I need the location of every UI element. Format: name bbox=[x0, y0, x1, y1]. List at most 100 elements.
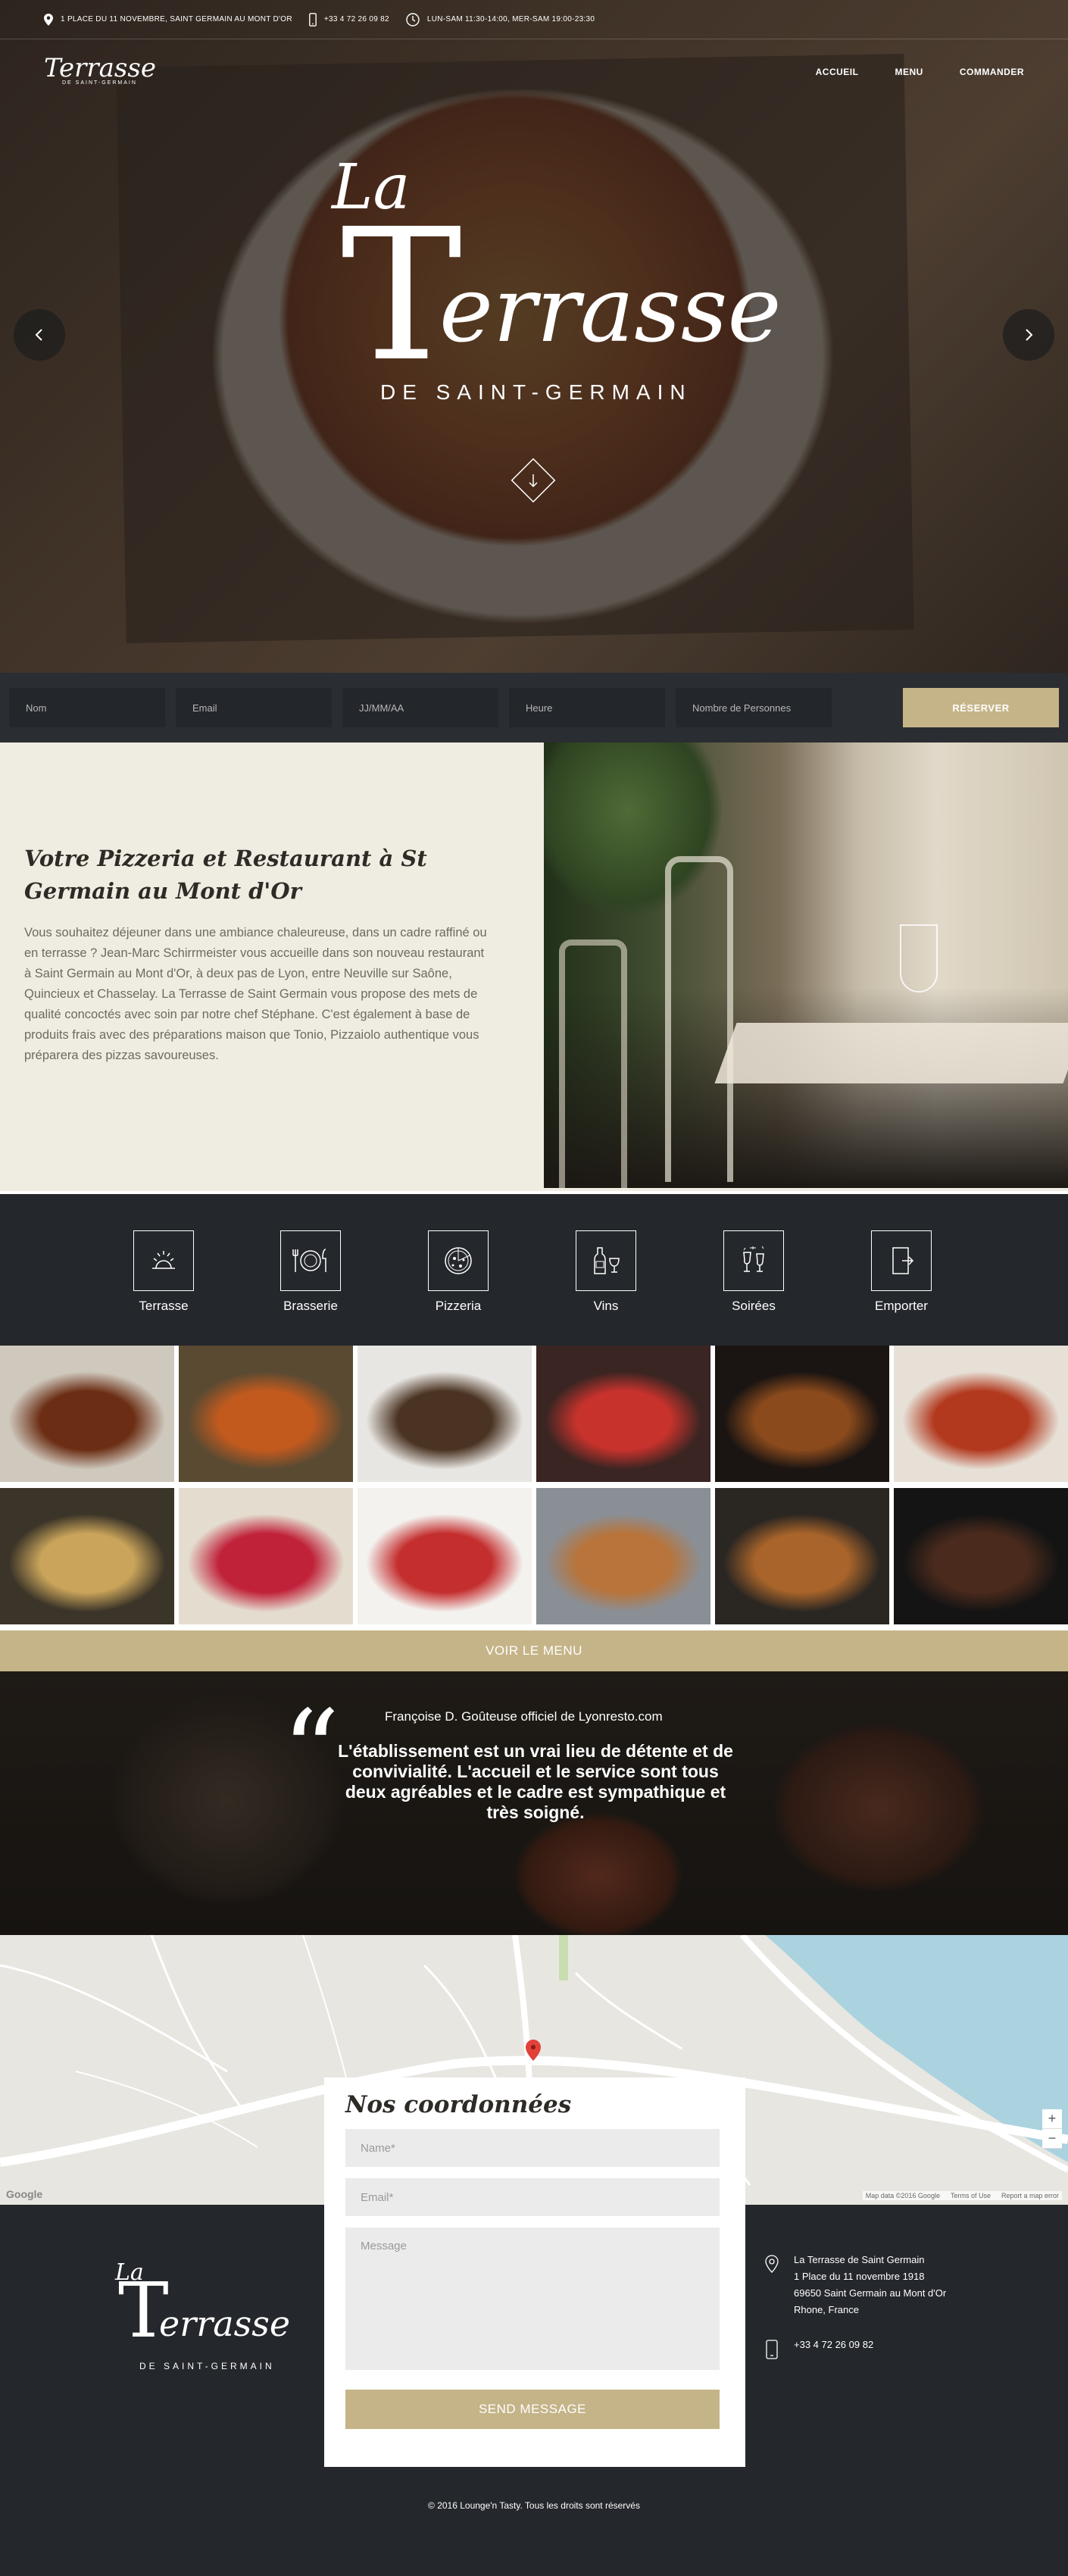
footer-phone: +33 4 72 26 09 82 bbox=[765, 2337, 992, 2359]
nav-item-accueil[interactable]: ACCUEIL bbox=[816, 67, 859, 77]
mobile-phone-icon bbox=[766, 2340, 778, 2359]
feature-label: Soirées bbox=[732, 1299, 776, 1313]
location-pin-icon bbox=[44, 13, 53, 26]
map-attribution: Map data ©2016 Google Terms of Use Repor… bbox=[862, 2191, 1062, 2200]
copyright: © 2016 Lounge'n Tasty. Tous les droits s… bbox=[428, 2500, 640, 2511]
google-logo: Google bbox=[6, 2188, 43, 2200]
topbar-hours: LUN-SAM 11:30-14:00, MER-SAM 19:00-23:30 bbox=[406, 12, 595, 27]
feature-label: Emporter bbox=[875, 1299, 928, 1313]
header-logo-title: Terrasse bbox=[44, 53, 156, 83]
champagne-icon bbox=[723, 1230, 784, 1291]
address-line: 69650 Saint Germain au Mont d'Or bbox=[794, 2287, 947, 2299]
feature-soirees[interactable]: Soirées bbox=[708, 1230, 799, 1314]
gallery-photo[interactable] bbox=[358, 1488, 532, 1624]
footer-logo[interactable]: La T errasse DE SAINT-GERMAIN bbox=[106, 2259, 303, 2381]
scroll-down-diamond-icon bbox=[511, 458, 556, 503]
food-gallery bbox=[0, 1346, 1068, 1630]
reserve-button[interactable]: RÉSERVER bbox=[903, 688, 1059, 727]
address-line: La Terrasse de Saint Germain bbox=[794, 2254, 925, 2265]
zoom-in-button[interactable]: + bbox=[1042, 2109, 1062, 2129]
nav-item-commander[interactable]: COMMANDER bbox=[960, 67, 1024, 77]
booking-email-field[interactable]: Email bbox=[176, 688, 332, 727]
view-menu-button[interactable]: VOIR LE MENU bbox=[0, 1630, 1068, 1671]
gallery-photo[interactable] bbox=[358, 1346, 532, 1482]
photo-chair-front bbox=[665, 856, 733, 1182]
slider-prev-button[interactable] bbox=[14, 309, 65, 361]
topbar-address: 1 PLACE DU 11 NOVEMBRE, SAINT GERMAIN AU… bbox=[44, 13, 292, 26]
slider-next-button[interactable] bbox=[1003, 309, 1054, 361]
topbar-hours-text: LUN-SAM 11:30-14:00, MER-SAM 19:00-23:30 bbox=[426, 15, 595, 23]
footer-logo-subtitle: DE SAINT-GERMAIN bbox=[139, 2361, 275, 2371]
testimonial-quote: L'établissement est un vrai lieu de déte… bbox=[338, 1741, 733, 1822]
topbar-address-text: 1 PLACE DU 11 NOVEMBRE, SAINT GERMAIN AU… bbox=[61, 15, 292, 23]
pizza-icon bbox=[428, 1230, 489, 1291]
footer-contact-info: La Terrasse de Saint Germain 1 Place du … bbox=[765, 2252, 992, 2377]
email-field[interactable] bbox=[345, 2178, 720, 2216]
footer-logo-errasse: errasse bbox=[159, 2303, 291, 2344]
restaurant-interior-photo bbox=[544, 742, 1068, 1188]
page: 1 PLACE DU 11 NOVEMBRE, SAINT GERMAIN AU… bbox=[0, 0, 1068, 2576]
takeaway-icon bbox=[871, 1230, 932, 1291]
topbar-phone-text[interactable]: +33 4 72 26 09 82 bbox=[324, 15, 389, 23]
testimonial-section: “ Françoise D. Goûteuse officiel de Lyon… bbox=[0, 1671, 1068, 1935]
gallery-photo[interactable] bbox=[894, 1346, 1068, 1482]
gallery-photo[interactable] bbox=[715, 1488, 889, 1624]
feature-vins[interactable]: Vins bbox=[561, 1230, 651, 1314]
header-logo[interactable]: Terrasse DE SAINT-GERMAIN bbox=[44, 53, 156, 105]
gallery-photo[interactable] bbox=[179, 1346, 353, 1482]
contact-form-title: Nos coordonnées bbox=[345, 2091, 572, 2118]
feature-label: Vins bbox=[593, 1299, 619, 1313]
map-report-link[interactable]: Report a map error bbox=[1001, 2192, 1059, 2199]
testimonial-author: Françoise D. Goûteuse officiel de Lyonre… bbox=[385, 1709, 663, 1724]
location-pin-icon bbox=[765, 2255, 779, 2273]
reservation-bar: Nom Email JJ/MM/AA Heure Nombre de Perso… bbox=[0, 673, 1068, 742]
clock-icon bbox=[406, 12, 420, 27]
zoom-out-button[interactable]: − bbox=[1042, 2129, 1062, 2149]
nav-item-menu[interactable]: MENU bbox=[895, 67, 923, 77]
feature-brasserie[interactable]: Brasserie bbox=[265, 1230, 356, 1314]
feature-emporter[interactable]: Emporter bbox=[856, 1230, 947, 1314]
hero-logo-subtitle: DE SAINT-GERMAIN bbox=[380, 380, 692, 404]
gallery-photo[interactable] bbox=[715, 1346, 889, 1482]
feature-pizzeria[interactable]: Pizzeria bbox=[413, 1230, 504, 1314]
booking-guests-field[interactable]: Nombre de Personnes bbox=[676, 688, 832, 727]
map-data-credit: Map data ©2016 Google bbox=[865, 2192, 940, 2199]
message-field[interactable] bbox=[345, 2227, 720, 2370]
feature-label: Pizzeria bbox=[435, 1299, 482, 1313]
topbar-phone: +33 4 72 26 09 82 bbox=[308, 12, 389, 27]
chevron-right-icon bbox=[1026, 329, 1033, 341]
about-text: Votre Pizzeria et Restaurant à St Germai… bbox=[24, 843, 494, 1066]
booking-name-field[interactable]: Nom bbox=[9, 688, 165, 727]
address-line: Rhone, France bbox=[794, 2304, 859, 2315]
gallery-photo[interactable] bbox=[894, 1488, 1068, 1624]
chevron-left-icon bbox=[35, 329, 42, 341]
features-section: Terrasse Brasserie Pizzeria Vins Soirées bbox=[0, 1194, 1068, 1346]
hero-brand-logo: La T errasse DE SAINT-GERMAIN bbox=[295, 152, 795, 409]
mobile-phone-icon bbox=[308, 12, 317, 27]
gallery-photo[interactable] bbox=[179, 1488, 353, 1624]
main-nav: ACCUEIL MENU COMMANDER bbox=[816, 67, 1024, 77]
contact-form: Nos coordonnées SEND MESSAGE bbox=[324, 2077, 745, 2467]
gallery-photo[interactable] bbox=[536, 1488, 710, 1624]
gallery-photo[interactable] bbox=[536, 1346, 710, 1482]
scroll-down-button[interactable] bbox=[506, 453, 561, 508]
gallery-photo[interactable] bbox=[0, 1346, 174, 1482]
feature-label: Terrasse bbox=[139, 1299, 189, 1313]
booking-time-field[interactable]: Heure bbox=[509, 688, 665, 727]
send-message-button[interactable]: SEND MESSAGE bbox=[345, 2390, 720, 2429]
plate-icon bbox=[280, 1230, 341, 1291]
gallery-photo[interactable] bbox=[0, 1488, 174, 1624]
booking-date-field[interactable]: JJ/MM/AA bbox=[342, 688, 498, 727]
name-field[interactable] bbox=[345, 2129, 720, 2167]
photo-table bbox=[714, 1023, 1068, 1083]
feature-terrasse[interactable]: Terrasse bbox=[118, 1230, 209, 1314]
footer-address: La Terrasse de Saint Germain 1 Place du … bbox=[765, 2252, 992, 2318]
top-info-bar: 1 PLACE DU 11 NOVEMBRE, SAINT GERMAIN AU… bbox=[0, 0, 1068, 39]
map-terms-link[interactable]: Terms of Use bbox=[951, 2192, 991, 2199]
hero-logo-errasse: errasse bbox=[439, 258, 782, 363]
quote-mark-icon: “ bbox=[282, 1687, 340, 1818]
wine-icon bbox=[576, 1230, 636, 1291]
map-zoom-controls: + − bbox=[1042, 2109, 1062, 2149]
footer-phone-text[interactable]: +33 4 72 26 09 82 bbox=[794, 2337, 873, 2359]
about-body: Vous souhaitez déjeuner dans une ambianc… bbox=[24, 926, 487, 1062]
